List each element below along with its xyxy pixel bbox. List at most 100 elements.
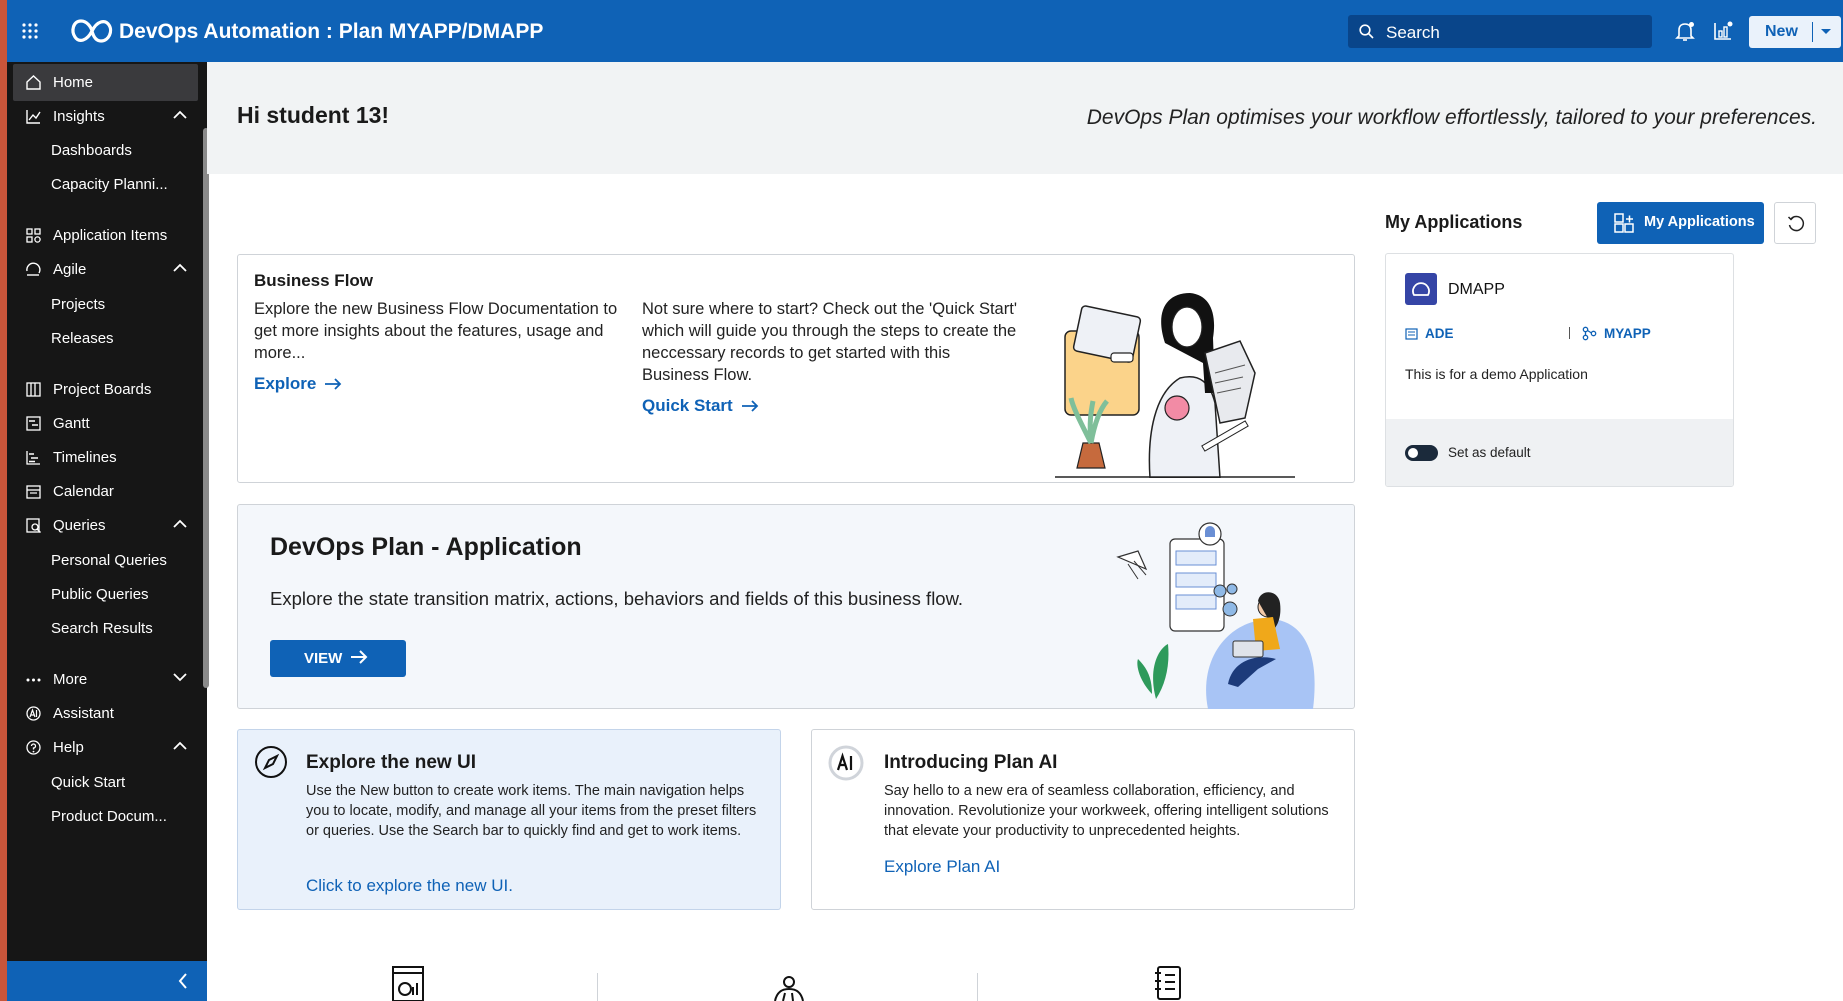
- roadmap-pin-icon: [774, 976, 804, 1001]
- calendar-icon: [26, 485, 41, 499]
- arrow-right-icon: [325, 378, 342, 390]
- quick-start-description: Not sure where to start? Check out the '…: [642, 300, 1017, 384]
- chevron-up-icon[interactable]: [173, 519, 187, 528]
- refresh-button[interactable]: [1774, 202, 1816, 244]
- sidebar-item-label: Application Items: [53, 227, 168, 244]
- timeline-icon: [26, 451, 40, 465]
- plan-ai-icon: [828, 745, 864, 781]
- devops-plan-illustration: [1116, 522, 1315, 709]
- search-input[interactable]: Search: [1348, 15, 1652, 48]
- devops-logo-icon: [71, 19, 113, 43]
- arrow-right-icon: [351, 650, 368, 664]
- chevron-up-icon[interactable]: [173, 263, 187, 272]
- sidebar-scrollbar[interactable]: [203, 128, 209, 688]
- query-icon: [26, 518, 41, 533]
- sidebar-item-gantt[interactable]: Gantt: [13, 405, 198, 442]
- plan-ai-card: Introducing Plan AI Say hello to a new e…: [811, 729, 1355, 910]
- sidebar-item-label: Agile: [53, 261, 87, 278]
- tagline: DevOps Plan optimises your workflow effo…: [1086, 106, 1817, 129]
- chevron-up-icon[interactable]: [173, 110, 187, 119]
- explore-link[interactable]: Explore: [254, 374, 342, 394]
- application-card-dmapp[interactable]: DMAPP ADE MYAPP This is for a demo Appli…: [1385, 253, 1734, 487]
- sidebar-item-home[interactable]: Home: [13, 64, 198, 101]
- chevron-down-icon[interactable]: [173, 673, 187, 682]
- sidebar-item-assistant[interactable]: Assistant: [13, 695, 198, 732]
- dashboard-report-icon: [392, 966, 424, 1001]
- sidebar-item-label: Assistant: [53, 705, 114, 722]
- quick-start-link[interactable]: Quick Start: [642, 396, 759, 416]
- sidebar-item-label: Calendar: [53, 483, 114, 500]
- explore-plan-ai-link[interactable]: Explore Plan AI: [884, 857, 1000, 877]
- app-title: DevOps Automation : Plan MYAPP/DMAPP: [119, 20, 544, 43]
- new-button-label: New: [1765, 23, 1798, 40]
- set-default-label: Set as default: [1448, 445, 1531, 460]
- business-flow-title: Business Flow: [254, 271, 374, 290]
- explore-link-label: Explore: [254, 374, 317, 393]
- sidebar-subitem-product-documentation[interactable]: Product Docum...: [51, 808, 191, 825]
- ai-icon: [26, 706, 41, 721]
- sidebar-subitem-quick-start[interactable]: Quick Start: [51, 774, 191, 791]
- help-icon: [26, 740, 41, 755]
- set-default-toggle[interactable]: [1405, 445, 1438, 461]
- sidebar-item-insights[interactable]: Insights: [13, 98, 198, 135]
- app-description: This is for a demo Application: [1405, 366, 1588, 382]
- devops-plan-application-card: DevOps Plan - Application Explore the st…: [237, 504, 1355, 709]
- app-tag-ade[interactable]: ADE: [1405, 326, 1454, 341]
- explore-new-ui-card: Explore the new UI Use the New button to…: [237, 729, 781, 910]
- new-button-divider: [1812, 22, 1813, 42]
- sidebar-subitem-public-queries[interactable]: Public Queries: [51, 586, 191, 603]
- sidebar-subitem-releases[interactable]: Releases: [51, 330, 191, 347]
- chevron-down-icon[interactable]: [1820, 28, 1832, 36]
- sidebar-item-project-boards[interactable]: Project Boards: [13, 371, 198, 408]
- sidebar-collapse-button[interactable]: [7, 961, 207, 1001]
- sidebar-subitem-search-results[interactable]: Search Results: [51, 620, 191, 637]
- app-switcher-icon[interactable]: [21, 22, 39, 40]
- window-edge: [0, 0, 7, 1001]
- business-flow-card: Business Flow Explore the new Business F…: [237, 254, 1355, 483]
- new-button[interactable]: New: [1749, 16, 1841, 48]
- sidebar-item-label: Home: [53, 74, 94, 91]
- sidebar-subitem-personal-queries[interactable]: Personal Queries: [51, 552, 191, 569]
- welcome-banner: Hi student 13! DevOps Plan optimises you…: [207, 62, 1843, 174]
- sidebar-item-label: Insights: [53, 108, 105, 125]
- sidebar-item-more[interactable]: More: [13, 661, 198, 698]
- my-applications-button-label: My Applications: [1644, 214, 1755, 230]
- sidebar: Home Insights Dashboards Capacity Planni…: [7, 62, 209, 1001]
- chart-line-icon: [26, 110, 41, 124]
- board-icon: [26, 382, 41, 397]
- view-button[interactable]: VIEW: [270, 640, 406, 677]
- app-tag-label: MYAPP: [1604, 326, 1651, 341]
- branch-icon: [1582, 326, 1597, 341]
- app-tag-myapp[interactable]: MYAPP: [1582, 326, 1651, 341]
- notification-bell-icon[interactable]: [1673, 19, 1697, 43]
- sidebar-subitem-capacity-planning[interactable]: Capacity Planni...: [51, 176, 191, 193]
- arrow-right-icon: [741, 400, 758, 412]
- business-flow-illustration: [1055, 293, 1295, 478]
- my-applications-heading: My Applications: [1385, 212, 1523, 232]
- app-card-footer: [1386, 419, 1733, 486]
- search-placeholder: Search: [1386, 23, 1440, 42]
- sidebar-item-help[interactable]: Help: [13, 729, 198, 766]
- app-badge-icon: [1412, 282, 1430, 296]
- analytics-icon[interactable]: [1711, 19, 1735, 43]
- sidebar-subitem-projects[interactable]: Projects: [51, 296, 191, 313]
- quick-start-link-label: Quick Start: [642, 396, 733, 415]
- sidebar-item-agile[interactable]: Agile: [13, 251, 198, 288]
- explore-ui-link[interactable]: Click to explore the new UI.: [306, 876, 513, 896]
- explore-ui-description: Use the New button to create work items.…: [306, 783, 757, 839]
- sidebar-item-timelines[interactable]: Timelines: [13, 439, 198, 476]
- home-icon: [26, 75, 41, 90]
- chevron-left-icon: [178, 973, 187, 989]
- explore-ui-title: Explore the new UI: [306, 752, 476, 773]
- devops-plan-title: DevOps Plan - Application: [270, 533, 582, 561]
- tag-divider: [1569, 327, 1570, 339]
- sidebar-item-queries[interactable]: Queries: [13, 507, 198, 544]
- applications-icon: [1614, 213, 1634, 233]
- sidebar-item-calendar[interactable]: Calendar: [13, 473, 198, 510]
- chevron-up-icon[interactable]: [173, 741, 187, 750]
- plan-ai-title: Introducing Plan AI: [884, 752, 1058, 773]
- refresh-icon: [1787, 215, 1805, 232]
- sidebar-subitem-dashboards[interactable]: Dashboards: [51, 142, 191, 159]
- my-applications-button[interactable]: My Applications: [1597, 202, 1764, 244]
- sidebar-item-application-items[interactable]: Application Items: [13, 217, 198, 254]
